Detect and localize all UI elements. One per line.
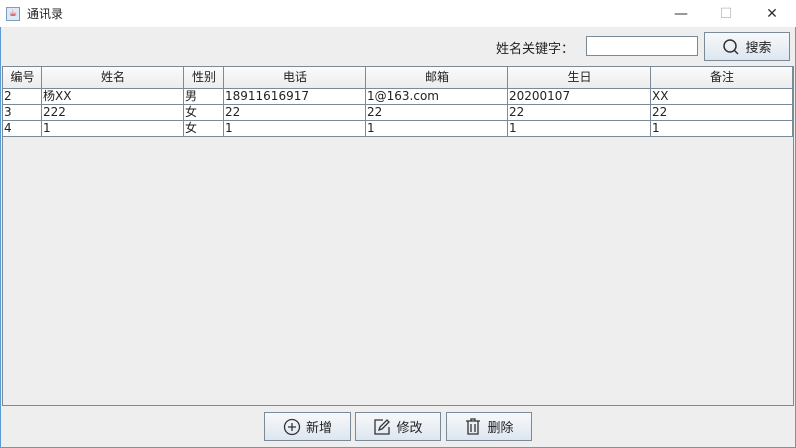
maximize-button[interactable]: ☐ [703,0,749,27]
close-button[interactable]: ✕ [749,0,795,27]
table-cell[interactable]: 22 [508,105,651,121]
search-icon [723,38,740,55]
table-cell[interactable]: 1 [366,121,508,137]
column-header[interactable]: 邮箱 [366,67,508,89]
name-keyword-input[interactable] [586,36,698,56]
table-row[interactable]: 41女1111 [3,121,793,137]
minimize-button[interactable]: — [658,0,704,27]
edit-button-label: 修改 [396,421,423,436]
table-cell[interactable]: 18911616917 [224,89,366,105]
edit-button[interactable]: 修改 [355,412,441,441]
plus-circle-icon [283,418,301,435]
table-row[interactable]: 2 杨XX 男 18911616917 1@163.com 20200107 XX [3,89,793,105]
search-button-label: 搜索 [745,41,772,56]
edit-icon [374,418,391,435]
column-header[interactable]: 电话 [224,67,366,89]
trash-icon [466,417,481,435]
title-bar: ☕ 通讯录 — ☐ ✕ [0,0,796,27]
table-cell[interactable]: 1@163.com [366,89,508,105]
table-cell[interactable]: 3 [3,105,42,121]
table-row[interactable]: 3 222 女 22 22 22 22 [3,105,793,121]
search-button[interactable]: 搜索 [704,32,790,61]
table-cell[interactable]: 22 [651,105,793,121]
search-label: 姓名关键字： [496,42,575,57]
table-cell[interactable]: 女 [184,121,224,137]
table-cell[interactable]: 1 [224,121,366,137]
table-cell[interactable]: 男 [184,89,224,105]
column-header[interactable]: 姓名 [42,67,184,89]
table-cell[interactable]: 女 [184,105,224,121]
column-header[interactable]: 性别 [184,67,224,89]
column-header[interactable]: 生日 [508,67,651,89]
table-cell[interactable]: XX [651,89,793,105]
table-cell[interactable]: 1 [651,121,793,137]
add-button[interactable]: 新增 [264,412,351,441]
table-cell[interactable]: 2 [3,89,42,105]
table-cell[interactable]: 1 [42,121,184,137]
table-cell[interactable]: 1 [508,121,651,137]
column-header[interactable]: 备注 [651,67,793,89]
java-app-icon: ☕ [6,6,20,21]
table-header: 编号 姓名 性别 电话 邮箱 生日 备注 [3,67,793,89]
table-cell[interactable]: 杨XX [42,89,184,105]
table-cell[interactable]: 22 [224,105,366,121]
add-button-label: 新增 [305,421,332,436]
delete-button-label: 删除 [487,421,514,436]
table-cell[interactable]: 4 [3,121,42,137]
delete-button[interactable]: 删除 [446,412,532,441]
table-cell[interactable]: 20200107 [508,89,651,105]
window-title: 通讯录 [27,7,64,21]
column-header[interactable]: 编号 [3,67,42,89]
table-cell[interactable]: 222 [42,105,184,121]
contacts-table[interactable]: 编号 姓名 性别 电话 邮箱 生日 备注 2 杨XX 男 18911616917 1@163.com… [2,66,794,406]
table-cell[interactable]: 22 [366,105,508,121]
